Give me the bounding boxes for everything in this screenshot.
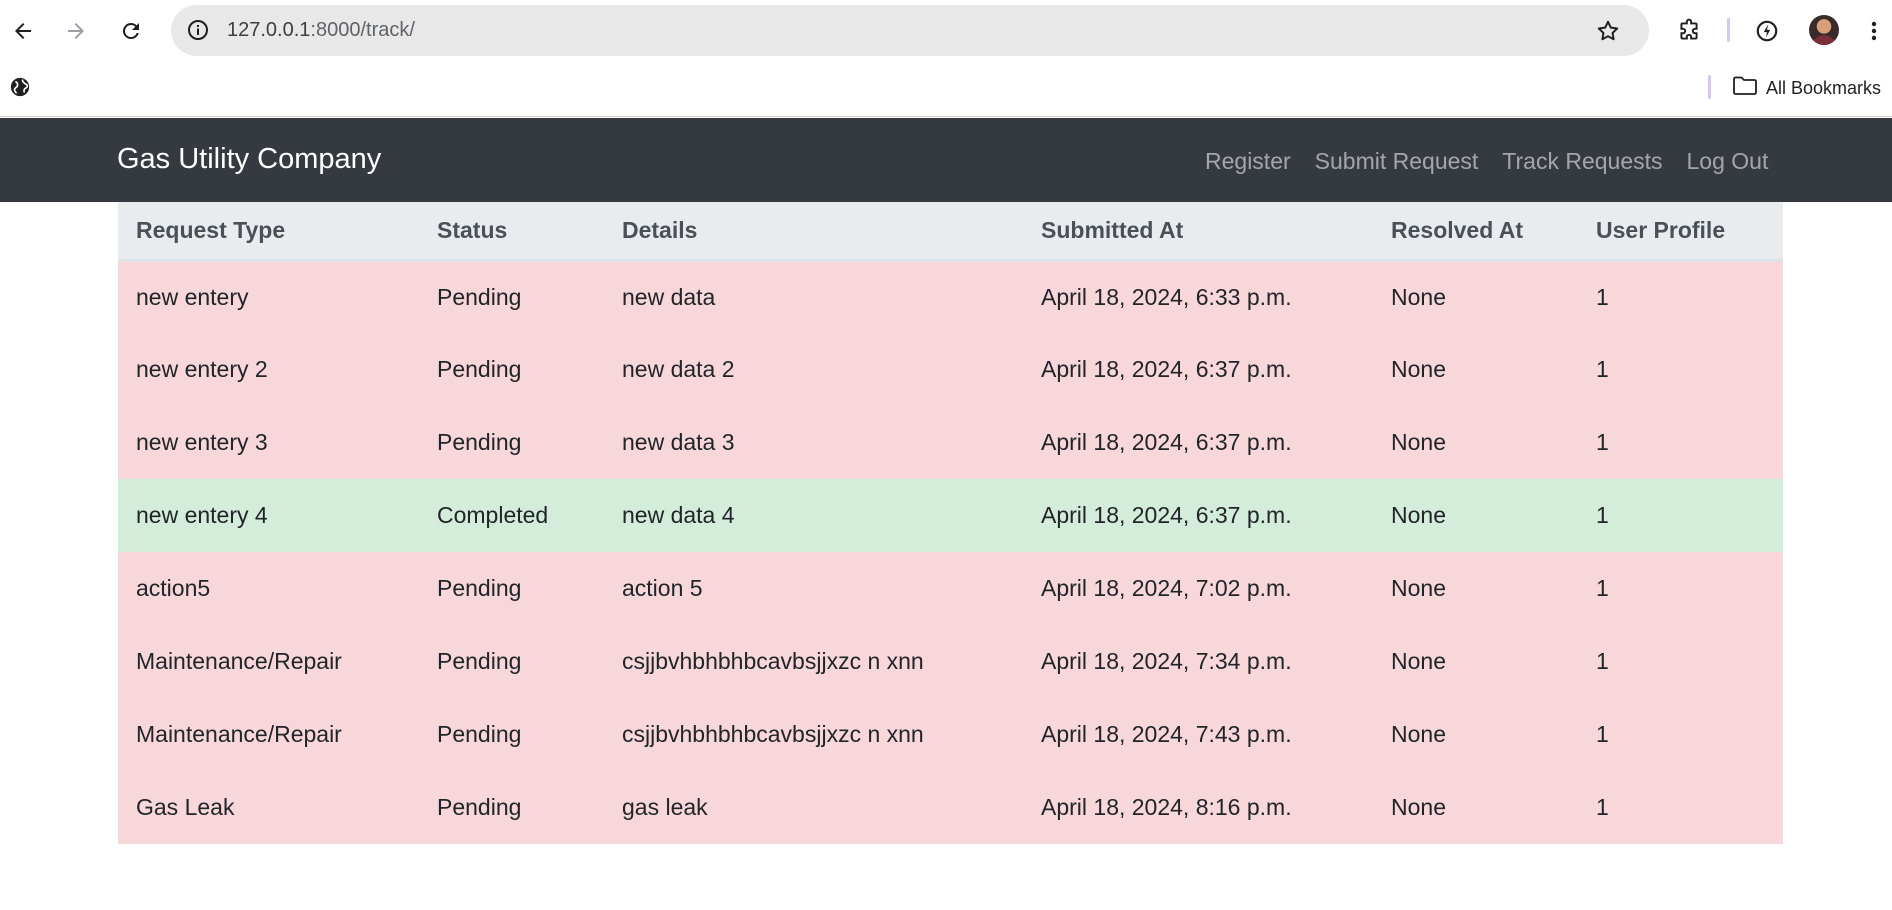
- cell-status: Pending: [437, 575, 522, 601]
- url-path: :8000/track/: [310, 19, 415, 41]
- cell-resolved-at: None: [1391, 502, 1446, 528]
- cell-status: Completed: [437, 502, 549, 528]
- brand-title[interactable]: Gas Utility Company: [117, 143, 381, 176]
- cell-submitted-at: April 18, 2024, 7:02 p.m.: [1041, 575, 1292, 601]
- nav-link-log-out[interactable]: Log Out: [1675, 148, 1781, 175]
- cell-status: Pending: [437, 283, 522, 310]
- all-bookmarks-button[interactable]: All Bookmarks: [1732, 74, 1881, 102]
- address-bar[interactable]: 127.0.0.1:8000/track/: [171, 5, 1649, 56]
- back-arrow-icon[interactable]: [4, 12, 42, 50]
- cell-resolved-at: None: [1391, 356, 1446, 382]
- browser-toolbar: 127.0.0.1:8000/track/: [0, 0, 1892, 60]
- cell-details: csjjbvhbhbhbcavbsjjxzc n xnn: [622, 648, 924, 674]
- profile-avatar[interactable]: [1809, 15, 1839, 45]
- cell-user-profile: 1: [1596, 648, 1609, 674]
- requests-table-container: Request Type Status Details Submitted At…: [118, 202, 1783, 844]
- table-row: new entery 2 Pending new data 2 April 18, 2…: [118, 333, 1783, 406]
- cell-resolved-at: None: [1391, 283, 1446, 310]
- table-row: Gas Leak Pending gas leak April 18, 2024, 8…: [118, 771, 1783, 844]
- cell-request-type: Gas Leak: [136, 794, 235, 820]
- globe-icon[interactable]: [7, 74, 33, 100]
- cell-user-profile: 1: [1596, 721, 1609, 747]
- table-row: action5 Pending action 5 April 18, 2024, 7:…: [118, 552, 1783, 625]
- nav-link-track-requests[interactable]: Track Requests: [1490, 148, 1674, 175]
- header-submitted-at: Submitted At: [1023, 202, 1373, 262]
- cell-resolved-at: None: [1391, 721, 1446, 747]
- header-details: Details: [604, 202, 1023, 262]
- header-status: Status: [419, 202, 604, 262]
- table-row: new entery Pending new data April 18, 2024,…: [118, 260, 1783, 333]
- cell-request-type: new entery 2: [136, 356, 268, 382]
- cell-request-type: new entery 3: [136, 429, 268, 455]
- cell-status: Pending: [437, 794, 522, 820]
- cell-request-type: Maintenance/Repair: [136, 648, 342, 674]
- site-navbar: Gas Utility Company Register Submit Requ…: [0, 118, 1892, 202]
- table-header-row: Request Type Status Details Submitted At…: [118, 202, 1783, 262]
- cell-submitted-at: April 18, 2024, 8:16 p.m.: [1041, 794, 1292, 820]
- cell-user-profile: 1: [1596, 356, 1609, 382]
- cell-details: new data: [622, 283, 716, 310]
- folder-icon: [1732, 75, 1758, 102]
- forward-arrow-icon[interactable]: [57, 12, 95, 50]
- performance-icon[interactable]: [1748, 12, 1786, 50]
- table-body: new entery Pending new data April 18, 2024,…: [118, 260, 1783, 844]
- site-info-icon[interactable]: [183, 15, 213, 45]
- cell-user-profile: 1: [1596, 575, 1609, 601]
- cell-submitted-at: April 18, 2024, 6:37 p.m.: [1041, 502, 1292, 528]
- requests-table: Request Type Status Details Submitted At…: [118, 202, 1783, 844]
- table-row: Maintenance/Repair Pending csjjbvhbhbhbcav…: [118, 698, 1783, 771]
- cell-details: csjjbvhbhbhbcavbsjjxzc n xnn: [622, 721, 924, 747]
- cell-details: new data 2: [622, 356, 735, 382]
- cell-request-type: Maintenance/Repair: [136, 721, 342, 747]
- bookmarks-separator: [1708, 75, 1711, 99]
- cell-resolved-at: None: [1391, 794, 1446, 820]
- header-resolved-at: Resolved At: [1373, 202, 1578, 262]
- cell-status: Pending: [437, 648, 522, 674]
- cell-user-profile: 1: [1596, 794, 1609, 820]
- extensions-icon[interactable]: [1670, 12, 1708, 50]
- star-icon[interactable]: [1592, 15, 1624, 47]
- header-user-profile: User Profile: [1578, 202, 1783, 262]
- cell-request-type: action5: [136, 575, 211, 601]
- cell-status: Pending: [437, 721, 522, 747]
- reload-icon[interactable]: [112, 12, 150, 50]
- cell-resolved-at: None: [1391, 429, 1446, 455]
- table-row: Maintenance/Repair Pending csjjbvhbhbhbcav…: [118, 625, 1783, 698]
- kebab-menu-icon[interactable]: [1859, 12, 1889, 50]
- bookmarks-bar: All Bookmarks: [0, 60, 1892, 117]
- cell-request-type: new entery 4: [136, 502, 268, 528]
- table-row: new entery 4 Completed new data 4 April 18,…: [118, 479, 1783, 552]
- cell-details: new data 4: [622, 502, 735, 528]
- cell-details: action 5: [622, 575, 703, 601]
- cell-submitted-at: April 18, 2024, 7:43 p.m.: [1041, 721, 1292, 747]
- toolbar-separator: [1727, 18, 1730, 42]
- url-host: 127.0.0.1: [227, 19, 311, 41]
- cell-user-profile: 1: [1596, 429, 1609, 455]
- cell-resolved-at: None: [1391, 648, 1446, 674]
- nav-link-submit-request[interactable]: Submit Request: [1303, 148, 1491, 175]
- table-row: new entery 3 Pending new data 3 April 18, 2…: [118, 406, 1783, 479]
- cell-status: Pending: [437, 429, 522, 455]
- cell-details: new data 3: [622, 429, 735, 455]
- cell-submitted-at: April 18, 2024, 6:33 p.m.: [1041, 283, 1292, 310]
- cell-details: gas leak: [622, 794, 708, 820]
- nav-link-register[interactable]: Register: [1205, 148, 1303, 175]
- cell-user-profile: 1: [1596, 502, 1609, 528]
- cell-submitted-at: April 18, 2024, 6:37 p.m.: [1041, 429, 1292, 455]
- cell-status: Pending: [437, 356, 522, 382]
- cell-submitted-at: April 18, 2024, 7:34 p.m.: [1041, 648, 1292, 674]
- cell-request-type: new entery: [136, 283, 249, 310]
- nav-links: Register Submit Request Track Requests L…: [1205, 148, 1780, 175]
- header-request-type: Request Type: [118, 202, 419, 262]
- all-bookmarks-label: All Bookmarks: [1766, 77, 1882, 98]
- cell-user-profile: 1: [1596, 283, 1609, 310]
- url-text: 127.0.0.1:8000/track/: [227, 19, 415, 42]
- cell-submitted-at: April 18, 2024, 6:37 p.m.: [1041, 356, 1292, 382]
- cell-resolved-at: None: [1391, 575, 1446, 601]
